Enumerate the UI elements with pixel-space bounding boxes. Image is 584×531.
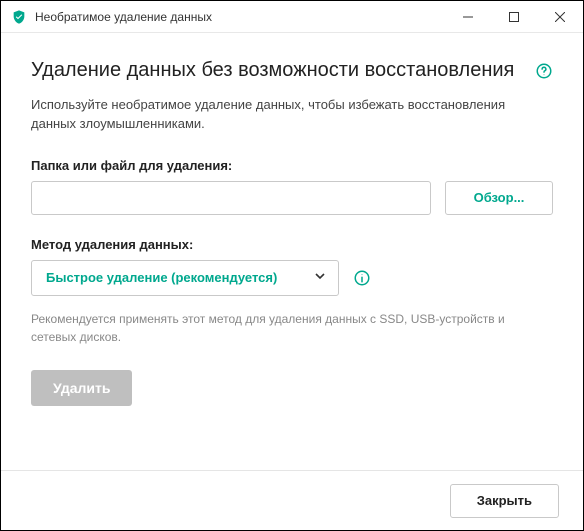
method-hint-text: Рекомендуется применять этот метод для у… [31,310,553,346]
help-icon[interactable] [535,62,553,80]
path-label: Папка или файл для удаления: [31,158,553,173]
content-area: Удаление данных без возможности восстано… [1,33,583,471]
method-selected-text: Быстрое удаление (рекомендуется) [46,270,277,285]
heading-row: Удаление данных без возможности восстано… [31,59,553,82]
description-text: Используйте необратимое удаление данных,… [31,96,553,134]
shield-icon [11,9,27,25]
titlebar: Необратимое удаление данных [1,1,583,33]
path-input[interactable] [31,181,431,215]
method-label: Метод удаления данных: [31,237,553,252]
method-select[interactable]: Быстрое удаление (рекомендуется) [31,260,339,296]
maximize-button[interactable] [491,1,537,33]
info-icon[interactable] [353,269,371,287]
close-button[interactable]: Закрыть [450,484,559,518]
minimize-button[interactable] [445,1,491,33]
footer: Закрыть [1,471,583,530]
close-window-button[interactable] [537,1,583,33]
chevron-down-icon [314,269,326,287]
path-row: Обзор... [31,181,553,215]
window-controls [445,1,583,33]
delete-button[interactable]: Удалить [31,370,132,406]
browse-button[interactable]: Обзор... [445,181,553,215]
window-title: Необратимое удаление данных [35,10,445,24]
method-row: Быстрое удаление (рекомендуется) [31,260,553,296]
page-title: Удаление данных без возможности восстано… [31,59,514,82]
